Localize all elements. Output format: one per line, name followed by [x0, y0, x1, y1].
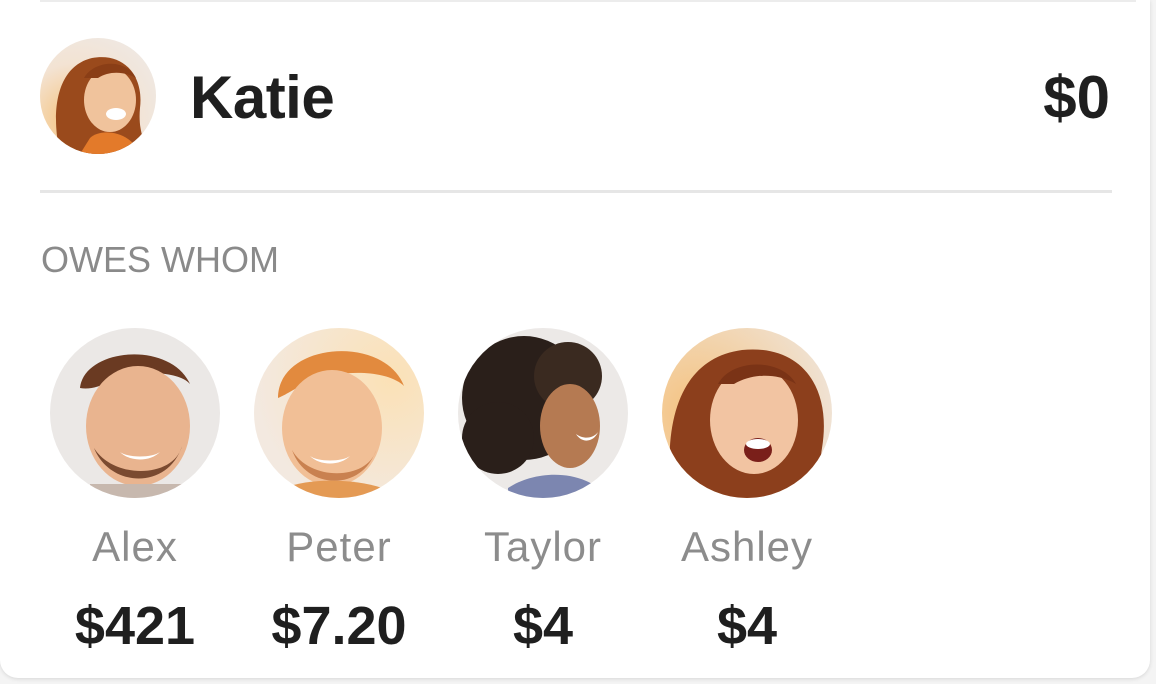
- section-title: OWES WHOM: [41, 239, 279, 280]
- user-balance: $0: [1043, 64, 1110, 131]
- balance-card: Katie $0 OWES WHOM Alex $421 Peter $7.20…: [0, 0, 1150, 678]
- creditor-name: Peter: [286, 523, 392, 570]
- creditor-name: Taylor: [483, 523, 603, 570]
- creditor-amount: $4: [512, 596, 574, 656]
- avatar[interactable]: [662, 328, 832, 498]
- creditor-item[interactable]: Taylor $4: [440, 328, 646, 658]
- avatar[interactable]: [254, 328, 424, 498]
- avatar[interactable]: [40, 38, 156, 154]
- creditor-amount: $4: [716, 596, 778, 656]
- avatar[interactable]: [50, 328, 220, 498]
- creditor-amount: $7.20: [271, 596, 407, 656]
- avatar[interactable]: [458, 328, 628, 498]
- user-header[interactable]: Katie $0: [40, 38, 1112, 154]
- top-divider: [40, 0, 1136, 2]
- creditor-amount: $421: [74, 596, 196, 656]
- user-name: Katie: [190, 64, 335, 131]
- creditor-name: Ashley: [680, 523, 814, 570]
- creditor-item[interactable]: Ashley $4: [644, 328, 850, 658]
- creditor-item[interactable]: Alex $421: [32, 328, 238, 658]
- section-divider: [40, 190, 1112, 193]
- creditor-item[interactable]: Peter $7.20: [236, 328, 442, 658]
- creditor-name: Alex: [92, 523, 178, 570]
